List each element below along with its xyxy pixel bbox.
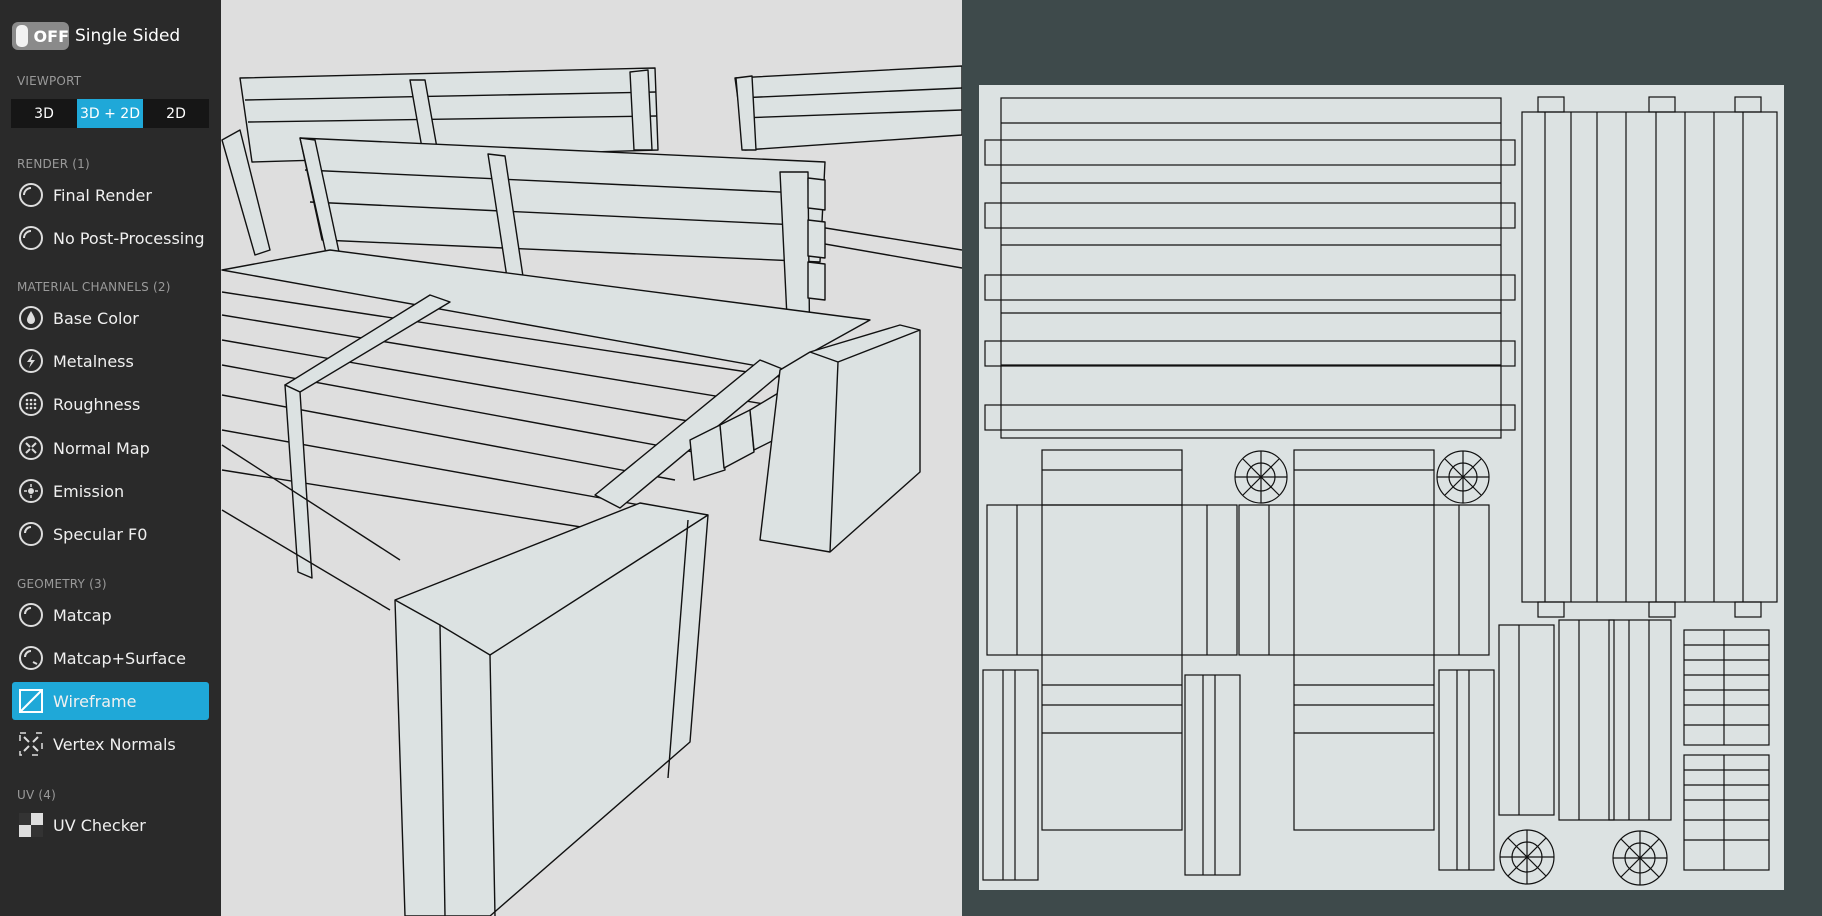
- geometry-item-label: Vertex Normals: [53, 734, 176, 754]
- specular-icon: [17, 520, 45, 548]
- material-item-metalness[interactable]: Metalness: [12, 342, 209, 380]
- lightning-icon: [17, 347, 45, 375]
- final-render-icon: [17, 181, 45, 209]
- emission-icon: [17, 477, 45, 505]
- toggle-label: Single Sided: [75, 26, 181, 46]
- sidebar-panel: OFF Single Sided VIEWPORT 3D 3D + 2D 2D …: [0, 0, 221, 916]
- uv-islands-wireframe: [982, 96, 1778, 886]
- single-sided-toggle-row[interactable]: OFF Single Sided: [12, 22, 180, 50]
- render-item-label: Final Render: [53, 185, 152, 205]
- geometry-item-label: Matcap: [53, 605, 112, 625]
- toggle-knob: [16, 25, 28, 47]
- material-item-normal-map[interactable]: Normal Map: [12, 429, 209, 467]
- vertex-normals-icon: [17, 730, 45, 758]
- material-item-label: Metalness: [53, 351, 134, 371]
- viewport-mode-3d[interactable]: 3D: [11, 99, 77, 128]
- geometry-heading: GEOMETRY (3): [17, 577, 107, 591]
- viewport-mode-3d-2d[interactable]: 3D + 2D: [77, 99, 143, 128]
- geometry-item-label: Matcap+Surface: [53, 648, 186, 668]
- material-item-label: Normal Map: [53, 438, 150, 458]
- viewport-mode-selector: 3D 3D + 2D 2D: [11, 99, 209, 128]
- material-item-emission[interactable]: Emission: [12, 472, 209, 510]
- material-item-label: Base Color: [53, 308, 139, 328]
- render-item-no-post-processing[interactable]: No Post-Processing: [12, 219, 209, 257]
- matcap-icon: [17, 601, 45, 629]
- geometry-item-label: Wireframe: [53, 691, 137, 711]
- single-sided-toggle[interactable]: OFF: [12, 22, 69, 50]
- uv-heading: UV (4): [17, 788, 57, 802]
- material-item-base-color[interactable]: Base Color: [12, 299, 209, 337]
- toggle-state: OFF: [33, 26, 69, 46]
- uv-view-pane[interactable]: [962, 0, 1822, 916]
- dots-icon: [17, 390, 45, 418]
- checker-icon: [17, 811, 45, 839]
- material-item-roughness[interactable]: Roughness: [12, 385, 209, 423]
- uv-layout-sheet: [979, 85, 1784, 890]
- viewport-heading: VIEWPORT: [17, 74, 82, 88]
- matcap-surface-icon: [17, 644, 45, 672]
- render-heading: RENDER (1): [17, 157, 90, 171]
- uv-item-label: UV Checker: [53, 815, 146, 835]
- render-item-label: No Post-Processing: [53, 228, 205, 248]
- material-item-label: Roughness: [53, 394, 141, 414]
- wireframe-icon: [17, 687, 45, 715]
- material-heading: MATERIAL CHANNELS (2): [17, 280, 171, 294]
- geometry-item-vertex-normals[interactable]: Vertex Normals: [12, 725, 209, 763]
- droplet-icon: [17, 304, 45, 332]
- material-item-specular-f0[interactable]: Specular F0: [12, 515, 209, 553]
- normal-map-icon: [17, 434, 45, 462]
- render-item-final-render[interactable]: Final Render: [12, 176, 209, 214]
- material-item-label: Emission: [53, 481, 125, 501]
- uv-item-uv-checker[interactable]: UV Checker: [12, 806, 209, 844]
- geometry-item-matcap[interactable]: Matcap: [12, 596, 209, 634]
- no-post-processing-icon: [17, 224, 45, 252]
- viewport-mode-2d[interactable]: 2D: [143, 99, 209, 128]
- material-item-label: Specular F0: [53, 524, 148, 544]
- geometry-item-matcap-surface[interactable]: Matcap+Surface: [12, 639, 209, 677]
- geometry-item-wireframe[interactable]: Wireframe: [12, 682, 209, 720]
